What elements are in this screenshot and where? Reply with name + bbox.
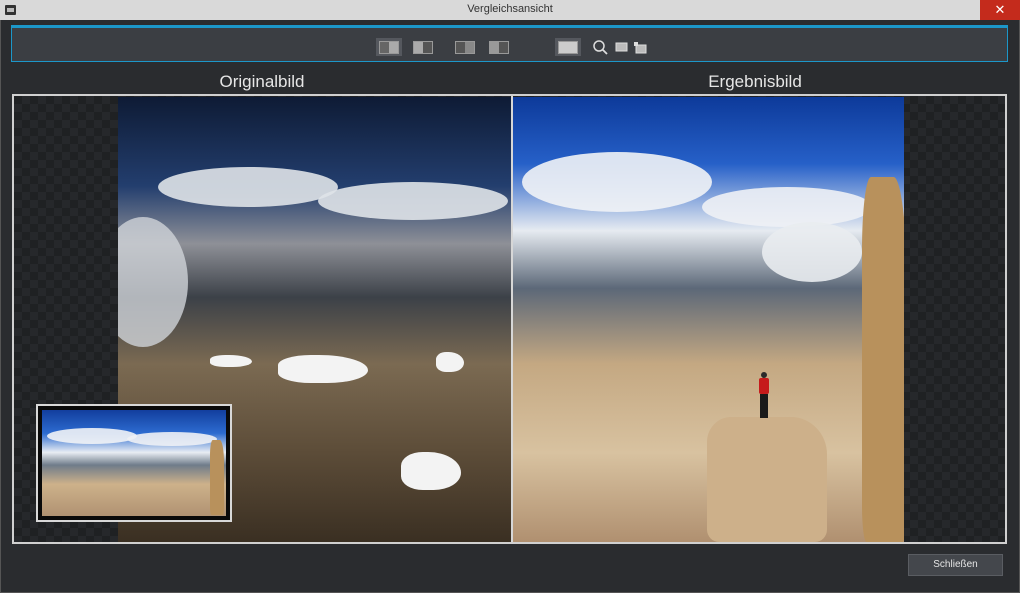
title-bar: Vergleichsansicht ✕	[0, 0, 1020, 20]
actual-size-icon	[634, 42, 647, 54]
result-image	[512, 97, 904, 542]
split-vertical-icon	[379, 41, 399, 54]
navigator-thumbnail[interactable]	[36, 404, 232, 522]
original-image-label: Originalbild	[219, 72, 305, 91]
single-view-icon	[558, 41, 578, 54]
split-horizontal-button[interactable]	[452, 38, 478, 56]
single-view-button[interactable]	[555, 38, 581, 56]
actual-size-button[interactable]	[628, 38, 654, 56]
close-icon: ✕	[994, 2, 1006, 17]
comparison-divider[interactable]	[511, 96, 513, 542]
split-horizontal-alt-button[interactable]	[486, 38, 512, 56]
window-close-button[interactable]: ✕	[980, 0, 1020, 20]
split-vertical-alt-icon	[413, 41, 433, 54]
toolbar	[11, 25, 1008, 62]
split-vertical-button[interactable]	[376, 38, 402, 56]
split-horizontal-icon	[455, 41, 475, 54]
hiker-figure	[757, 372, 771, 422]
result-image-label: Ergebnisbild	[708, 72, 802, 91]
window-title: Vergleichsansicht	[467, 3, 553, 15]
navigator-thumbnail-image	[42, 410, 226, 516]
split-vertical-alt-button[interactable]	[410, 38, 436, 56]
split-horizontal-alt-icon	[489, 41, 509, 54]
close-button[interactable]: Schließen	[908, 554, 1003, 576]
comparison-viewer[interactable]	[12, 94, 1007, 544]
